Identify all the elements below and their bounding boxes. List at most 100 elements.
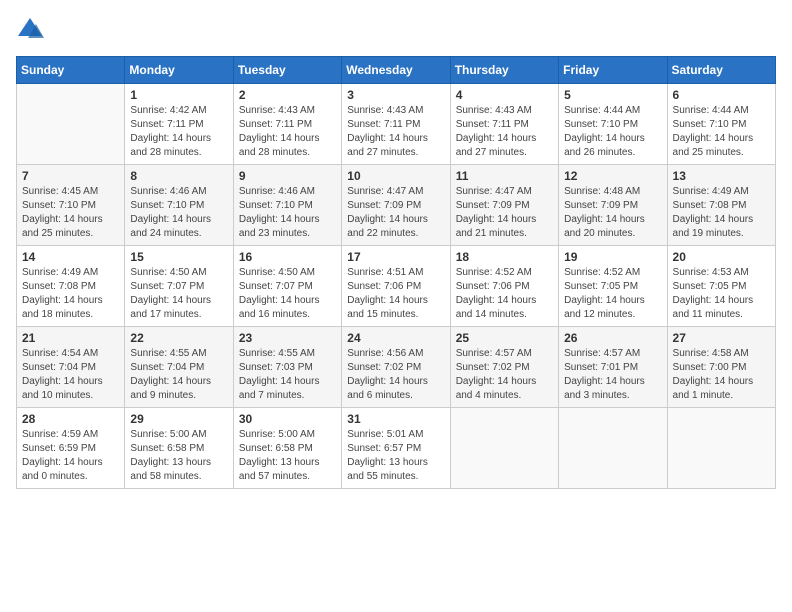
calendar-cell: 11Sunrise: 4:47 AMSunset: 7:09 PMDayligh… <box>450 165 558 246</box>
calendar-cell: 12Sunrise: 4:48 AMSunset: 7:09 PMDayligh… <box>559 165 667 246</box>
day-number: 7 <box>22 169 119 183</box>
day-info: Sunrise: 4:45 AMSunset: 7:10 PMDaylight:… <box>22 185 119 241</box>
day-number: 21 <box>22 331 119 345</box>
day-number: 6 <box>673 88 770 102</box>
calendar-table: SundayMondayTuesdayWednesdayThursdayFrid… <box>16 56 776 489</box>
day-number: 31 <box>347 412 444 426</box>
calendar-cell: 14 Sunrise: 4:49 AMSunset: 7:08 PMDayligh… <box>17 246 125 327</box>
calendar-cell: 16 Sunrise: 4:50 AMSunset: 7:07 PMDayligh… <box>233 246 341 327</box>
calendar-cell: 24 Sunrise: 4:56 AMSunset: 7:02 PMDayligh… <box>342 327 450 408</box>
day-number: 13 <box>673 169 770 183</box>
weekday-header-friday: Friday <box>559 57 667 84</box>
day-info: Sunrise: 5:00 AMSunset: 6:58 PMDaylight:… <box>130 428 227 484</box>
day-info: Sunrise: 4:43 AMSunset: 7:11 PMDaylight:… <box>239 104 336 160</box>
day-number: 10 <box>347 169 444 183</box>
day-info: Sunrise: 4:52 AMSunset: 7:05 PMDaylight:… <box>564 266 661 322</box>
day-number: 30 <box>239 412 336 426</box>
calendar-cell: 9Sunrise: 4:46 AMSunset: 7:10 PMDaylight… <box>233 165 341 246</box>
calendar-cell: 2 Sunrise: 4:43 AMSunset: 7:11 PMDaylight… <box>233 84 341 165</box>
weekday-header-wednesday: Wednesday <box>342 57 450 84</box>
day-number: 3 <box>347 88 444 102</box>
day-number: 26 <box>564 331 661 345</box>
day-number: 24 <box>347 331 444 345</box>
day-number: 25 <box>456 331 553 345</box>
calendar-cell <box>559 408 667 489</box>
day-number: 19 <box>564 250 661 264</box>
day-info: Sunrise: 4:55 AMSunset: 7:03 PMDaylight:… <box>239 347 336 403</box>
calendar-cell: 27 Sunrise: 4:58 AMSunset: 7:00 PMDayligh… <box>667 327 775 408</box>
calendar-cell: 21 Sunrise: 4:54 AMSunset: 7:04 PMDayligh… <box>17 327 125 408</box>
calendar-cell <box>17 84 125 165</box>
day-info: Sunrise: 4:57 AMSunset: 7:01 PMDaylight:… <box>564 347 661 403</box>
calendar-week-row: 7 Sunrise: 4:45 AMSunset: 7:10 PMDaylight… <box>17 165 776 246</box>
day-info: Sunrise: 4:59 AMSunset: 6:59 PMDaylight:… <box>22 428 119 484</box>
day-number: 29 <box>130 412 227 426</box>
calendar-cell: 17 Sunrise: 4:51 AMSunset: 7:06 PMDayligh… <box>342 246 450 327</box>
calendar-cell: 19 Sunrise: 4:52 AMSunset: 7:05 PMDayligh… <box>559 246 667 327</box>
weekday-header-sunday: Sunday <box>17 57 125 84</box>
day-info: Sunrise: 5:00 AMSunset: 6:58 PMDaylight:… <box>239 428 336 484</box>
day-info: Sunrise: 4:56 AMSunset: 7:02 PMDaylight:… <box>347 347 444 403</box>
calendar-week-row: 28 Sunrise: 4:59 AMSunset: 6:59 PMDayligh… <box>17 408 776 489</box>
day-number: 23 <box>239 331 336 345</box>
day-number: 28 <box>22 412 119 426</box>
calendar-cell: 25 Sunrise: 4:57 AMSunset: 7:02 PMDayligh… <box>450 327 558 408</box>
day-info: Sunrise: 4:55 AMSunset: 7:04 PMDaylight:… <box>130 347 227 403</box>
calendar-week-row: 1 Sunrise: 4:42 AMSunset: 7:11 PMDaylight… <box>17 84 776 165</box>
day-number: 16 <box>239 250 336 264</box>
calendar-cell: 23 Sunrise: 4:55 AMSunset: 7:03 PMDayligh… <box>233 327 341 408</box>
day-info: Sunrise: 4:53 AMSunset: 7:05 PMDaylight:… <box>673 266 770 322</box>
calendar-week-row: 14 Sunrise: 4:49 AMSunset: 7:08 PMDayligh… <box>17 246 776 327</box>
calendar-cell: 8 Sunrise: 4:46 AMSunset: 7:10 PMDaylight… <box>125 165 233 246</box>
calendar-cell: 13 Sunrise: 4:49 AMSunset: 7:08 PMDayligh… <box>667 165 775 246</box>
calendar-week-row: 21 Sunrise: 4:54 AMSunset: 7:04 PMDayligh… <box>17 327 776 408</box>
day-info: Sunrise: 4:43 AMSunset: 7:11 PMDaylight:… <box>456 104 553 160</box>
calendar-cell: 30 Sunrise: 5:00 AMSunset: 6:58 PMDayligh… <box>233 408 341 489</box>
day-number: 4 <box>456 88 553 102</box>
day-info: Sunrise: 4:48 AMSunset: 7:09 PMDaylight:… <box>564 185 661 241</box>
day-info: Sunrise: 4:42 AMSunset: 7:11 PMDaylight:… <box>130 104 227 160</box>
day-info: Sunrise: 4:51 AMSunset: 7:06 PMDaylight:… <box>347 266 444 322</box>
day-number: 11 <box>456 169 553 183</box>
day-info: Sunrise: 4:54 AMSunset: 7:04 PMDaylight:… <box>22 347 119 403</box>
day-info: Sunrise: 4:44 AMSunset: 7:10 PMDaylight:… <box>564 104 661 160</box>
calendar-cell: 6Sunrise: 4:44 AMSunset: 7:10 PMDaylight… <box>667 84 775 165</box>
calendar-cell: 3 Sunrise: 4:43 AMSunset: 7:11 PMDaylight… <box>342 84 450 165</box>
day-number: 5 <box>564 88 661 102</box>
day-info: Sunrise: 4:50 AMSunset: 7:07 PMDaylight:… <box>239 266 336 322</box>
calendar-cell: 29 Sunrise: 5:00 AMSunset: 6:58 PMDayligh… <box>125 408 233 489</box>
day-number: 2 <box>239 88 336 102</box>
day-number: 14 <box>22 250 119 264</box>
day-info: Sunrise: 4:46 AMSunset: 7:10 PMDaylight:… <box>130 185 227 241</box>
day-info: Sunrise: 4:49 AMSunset: 7:08 PMDaylight:… <box>673 185 770 241</box>
calendar-cell: 10 Sunrise: 4:47 AMSunset: 7:09 PMDayligh… <box>342 165 450 246</box>
day-info: Sunrise: 4:52 AMSunset: 7:06 PMDaylight:… <box>456 266 553 322</box>
calendar-cell <box>450 408 558 489</box>
day-info: Sunrise: 4:49 AMSunset: 7:08 PMDaylight:… <box>22 266 119 322</box>
day-number: 17 <box>347 250 444 264</box>
calendar-cell: 18 Sunrise: 4:52 AMSunset: 7:06 PMDayligh… <box>450 246 558 327</box>
weekday-header-monday: Monday <box>125 57 233 84</box>
weekday-header-thursday: Thursday <box>450 57 558 84</box>
calendar-cell <box>667 408 775 489</box>
calendar-cell: 1 Sunrise: 4:42 AMSunset: 7:11 PMDaylight… <box>125 84 233 165</box>
day-number: 18 <box>456 250 553 264</box>
day-info: Sunrise: 5:01 AMSunset: 6:57 PMDaylight:… <box>347 428 444 484</box>
weekday-header-tuesday: Tuesday <box>233 57 341 84</box>
calendar-cell: 20Sunrise: 4:53 AMSunset: 7:05 PMDayligh… <box>667 246 775 327</box>
calendar-cell: 26 Sunrise: 4:57 AMSunset: 7:01 PMDayligh… <box>559 327 667 408</box>
calendar-cell: 7 Sunrise: 4:45 AMSunset: 7:10 PMDaylight… <box>17 165 125 246</box>
day-info: Sunrise: 4:43 AMSunset: 7:11 PMDaylight:… <box>347 104 444 160</box>
calendar-cell: 31 Sunrise: 5:01 AMSunset: 6:57 PMDayligh… <box>342 408 450 489</box>
calendar-cell: 28 Sunrise: 4:59 AMSunset: 6:59 PMDayligh… <box>17 408 125 489</box>
day-info: Sunrise: 4:47 AMSunset: 7:09 PMDaylight:… <box>347 185 444 241</box>
day-number: 15 <box>130 250 227 264</box>
day-info: Sunrise: 4:58 AMSunset: 7:00 PMDaylight:… <box>673 347 770 403</box>
page-header <box>16 16 776 44</box>
calendar-cell: 22Sunrise: 4:55 AMSunset: 7:04 PMDayligh… <box>125 327 233 408</box>
day-number: 8 <box>130 169 227 183</box>
day-info: Sunrise: 4:57 AMSunset: 7:02 PMDaylight:… <box>456 347 553 403</box>
day-number: 27 <box>673 331 770 345</box>
calendar-cell: 4 Sunrise: 4:43 AMSunset: 7:11 PMDaylight… <box>450 84 558 165</box>
day-number: 1 <box>130 88 227 102</box>
